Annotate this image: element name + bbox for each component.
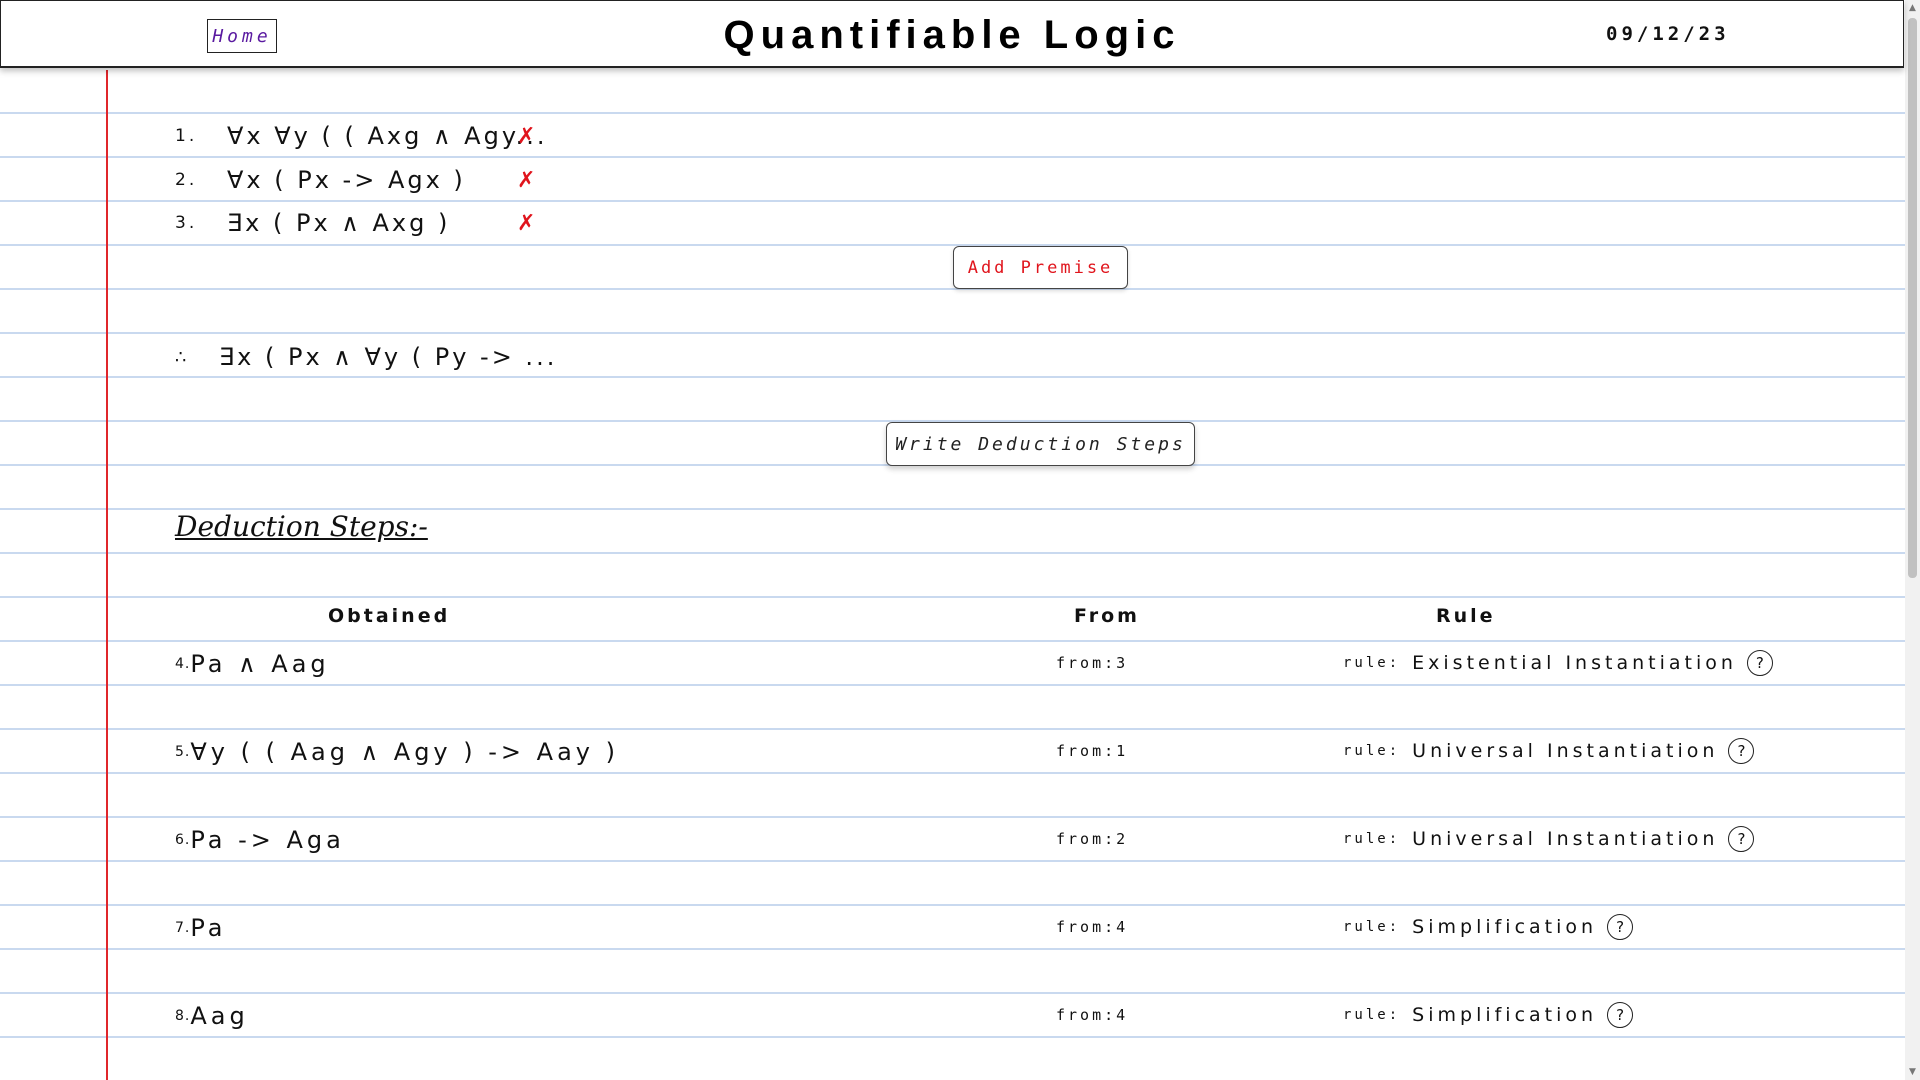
rule-name: Simplification (1412, 1004, 1598, 1026)
deduction-step-row: 4.Pa ∧ Aag from:3 rule: Existential Insta… (0, 644, 1900, 688)
step-from: from:1 (1056, 742, 1129, 760)
premise-formula[interactable]: ∀x ∀y ( ( Axg ∧ Agy... (227, 122, 544, 150)
step-obtained: 7.Pa (175, 914, 226, 942)
step-formula: Pa (190, 914, 227, 942)
rule-prefix: rule: (1343, 1007, 1401, 1023)
premise-number: 2. (175, 170, 198, 190)
scroll-up-icon[interactable]: ▲ (1905, 0, 1920, 16)
step-obtained: 6.Pa -> Aga (175, 826, 345, 854)
step-from: from:3 (1056, 654, 1129, 672)
deduction-step-row: 7.Pa from:4 rule: Simplification? (0, 908, 1900, 952)
step-formula: Pa ∧ Aag (190, 650, 330, 678)
therefore-symbol: ∴ (175, 346, 187, 368)
rule-name: Universal Instantiation (1412, 740, 1719, 762)
rule-name: Universal Instantiation (1412, 828, 1719, 850)
help-icon[interactable]: ? (1607, 1002, 1634, 1028)
step-rule: rule: Simplification? (1343, 914, 1634, 940)
step-obtained: 4.Pa ∧ Aag (175, 650, 330, 678)
top-header: Home Quantifiable Logic 09/12/23 (0, 0, 1904, 68)
step-from: from:2 (1056, 830, 1129, 848)
rule-prefix: rule: (1343, 831, 1401, 847)
step-formula: ∀y ( ( Aag ∧ Agy ) -> Aay ) (190, 738, 619, 766)
step-number: 6. (175, 832, 191, 848)
rule-prefix: rule: (1343, 919, 1401, 935)
column-header-obtained: Obtained (328, 605, 451, 627)
deduction-steps-heading: Deduction Steps:- (175, 510, 428, 543)
date-label: 09/12/23 (1606, 23, 1730, 45)
rule-name: Simplification (1412, 916, 1598, 938)
step-rule: rule: Universal Instantiation? (1343, 826, 1755, 852)
premise-row: 3. ∃x ( Px ∧ Axg ) ✗ (175, 203, 535, 243)
rule-prefix: rule: (1343, 655, 1401, 671)
step-from: from:4 (1056, 1006, 1129, 1024)
step-formula: Aag (190, 1002, 249, 1030)
premise-row: 2. ∀x ( Px -> Agx ) ✗ (175, 160, 535, 200)
step-obtained: 8.Aag (175, 1002, 249, 1030)
help-icon[interactable]: ? (1746, 650, 1773, 676)
step-rule: rule: Simplification? (1343, 1002, 1634, 1028)
step-number: 7. (175, 920, 191, 936)
help-icon[interactable]: ? (1607, 914, 1634, 940)
deduction-step-row: 8.Aag from:4 rule: Simplification? (0, 996, 1900, 1040)
help-icon[interactable]: ? (1728, 738, 1755, 764)
rule-name: Existential Instantiation (1412, 652, 1737, 674)
vertical-scrollbar[interactable]: ▲ ▼ (1905, 0, 1920, 1080)
column-header-from: From (1074, 605, 1140, 627)
step-formula: Pa -> Aga (190, 826, 345, 854)
rule-prefix: rule: (1343, 743, 1401, 759)
add-premise-button[interactable]: Add Premise (953, 246, 1128, 289)
scroll-thumb[interactable] (1908, 18, 1917, 578)
scroll-down-icon[interactable]: ▼ (1905, 1064, 1920, 1080)
step-number: 8. (175, 1008, 191, 1024)
step-number: 5. (175, 744, 191, 760)
conclusion-row: ∴ ∃x ( Px ∧ ∀y ( Py -> ... (175, 337, 557, 377)
remove-premise-icon[interactable]: ✗ (517, 124, 535, 149)
remove-premise-icon[interactable]: ✗ (517, 211, 535, 236)
step-rule: rule: Universal Instantiation? (1343, 738, 1755, 764)
deduction-step-row: 5.∀y ( ( Aag ∧ Agy ) -> Aay ) from:1 rul… (0, 732, 1900, 776)
conclusion-formula[interactable]: ∃x ( Px ∧ ∀y ( Py -> ... (219, 343, 557, 371)
step-rule: rule: Existential Instantiation? (1343, 650, 1773, 676)
column-header-rule: Rule (1436, 605, 1496, 627)
step-from: from:4 (1056, 918, 1129, 936)
premise-formula[interactable]: ∃x ( Px ∧ Axg ) (227, 209, 517, 237)
premise-formula[interactable]: ∀x ( Px -> Agx ) (227, 166, 517, 194)
help-icon[interactable]: ? (1728, 826, 1755, 852)
premise-row: 1. ∀x ∀y ( ( Axg ∧ Agy... ✗ (175, 116, 544, 156)
write-deduction-steps-button[interactable]: Write Deduction Steps (886, 422, 1195, 466)
step-number: 4. (175, 656, 191, 672)
premise-number: 1. (175, 126, 198, 146)
premise-number: 3. (175, 213, 198, 233)
step-obtained: 5.∀y ( ( Aag ∧ Agy ) -> Aay ) (175, 738, 619, 766)
deduction-step-row: 6.Pa -> Aga from:2 rule: Universal Instan… (0, 820, 1900, 864)
remove-premise-icon[interactable]: ✗ (517, 168, 535, 193)
